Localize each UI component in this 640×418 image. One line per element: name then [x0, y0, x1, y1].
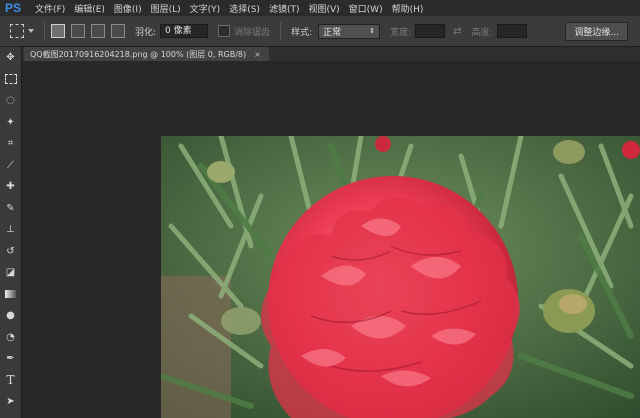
move-icon[interactable]: ✥ [0, 47, 21, 69]
feather-input[interactable]: 0 像素 [160, 24, 209, 38]
style-label: 样式: [291, 27, 313, 38]
height-label: 高度: [471, 27, 493, 38]
lasso-icon[interactable]: ◌ [0, 90, 21, 112]
style-select-value: 正常 [323, 27, 342, 38]
menu-bar: PS 文件(F) 编辑(E) 图像(I) 图层(L) 文字(Y) 选择(S) 滤… [0, 0, 640, 16]
eraser-icon[interactable]: ◪ [0, 262, 21, 284]
menu-view[interactable]: 视图(V) [308, 2, 339, 15]
carnation-photo [161, 136, 640, 418]
chevron-down-icon[interactable] [28, 29, 34, 33]
width-label: 宽度: [390, 27, 412, 38]
feather-label: 羽化: [135, 27, 157, 38]
clone-stamp-icon[interactable]: ⊥ [0, 219, 21, 241]
menu-filter[interactable]: 滤镜(T) [269, 2, 300, 15]
menu-edit[interactable]: 编辑(E) [74, 2, 105, 15]
gradient-icon[interactable] [0, 284, 21, 306]
menu-layer[interactable]: 图层(L) [151, 2, 181, 15]
divider [44, 22, 45, 40]
menu-type[interactable]: 文字(Y) [190, 2, 221, 15]
photoshop-logo: PS [4, 1, 21, 15]
divider [280, 22, 282, 40]
brush-icon[interactable]: ✎ [0, 198, 21, 220]
updown-icon: ⇕ [369, 27, 376, 35]
subtract-from-selection-button[interactable] [91, 24, 105, 38]
marquee-preset-icon[interactable] [10, 24, 24, 38]
path-select-icon[interactable]: ➤ [0, 391, 21, 413]
marquee-icon[interactable] [0, 69, 21, 91]
magic-wand-icon[interactable]: ✦ [0, 112, 21, 134]
tools-panel: ✥ ◌ ✦ ⌗ ⟋ ✚ ✎ ⊥ ↺ ◪ ● ◔ ✒ T ➤ [0, 47, 22, 418]
antialias-label: 消除锯齿 [234, 27, 271, 38]
intersect-selection-button[interactable] [111, 24, 125, 38]
refine-edge-button[interactable]: 调整边缘... [565, 21, 628, 41]
add-to-selection-button[interactable] [71, 24, 85, 38]
swap-icon[interactable]: ⇄ [453, 26, 461, 37]
history-brush-icon[interactable]: ↺ [0, 241, 21, 263]
menu-image[interactable]: 图像(I) [114, 2, 142, 15]
style-select[interactable]: 正常 ⇕ [318, 23, 381, 39]
pen-icon[interactable]: ✒ [0, 348, 21, 370]
document-tab-bar: QQ截图20170916204218.png @ 100% (图层 0, RGB… [22, 47, 640, 61]
type-icon[interactable]: T [0, 370, 21, 392]
options-bar: 羽化: 0 像素 消除锯齿 样式: 正常 ⇕ 宽度: ⇄ 高度: 调整边缘... [0, 16, 640, 47]
eyedropper-icon[interactable]: ⟋ [0, 155, 21, 177]
blur-icon[interactable]: ● [0, 305, 21, 327]
dodge-icon[interactable]: ◔ [0, 327, 21, 349]
menu-file[interactable]: 文件(F) [35, 2, 65, 15]
menu-window[interactable]: 窗口(W) [349, 2, 383, 15]
menu-help[interactable]: 帮助(H) [392, 2, 424, 15]
height-input[interactable] [496, 24, 527, 38]
document-image[interactable] [161, 136, 640, 418]
menu-select[interactable]: 选择(S) [229, 2, 260, 15]
antialias-checkbox[interactable] [218, 25, 231, 37]
close-icon[interactable]: × [254, 50, 261, 59]
width-input[interactable] [415, 24, 446, 38]
healing-brush-icon[interactable]: ✚ [0, 176, 21, 198]
document-tab-title: QQ截图20170916204218.png @ 100% (图层 0, RGB… [30, 49, 247, 59]
crop-icon[interactable]: ⌗ [0, 133, 21, 155]
document-tab[interactable]: QQ截图20170916204218.png @ 100% (图层 0, RGB… [24, 47, 269, 61]
new-selection-button[interactable] [51, 24, 65, 38]
